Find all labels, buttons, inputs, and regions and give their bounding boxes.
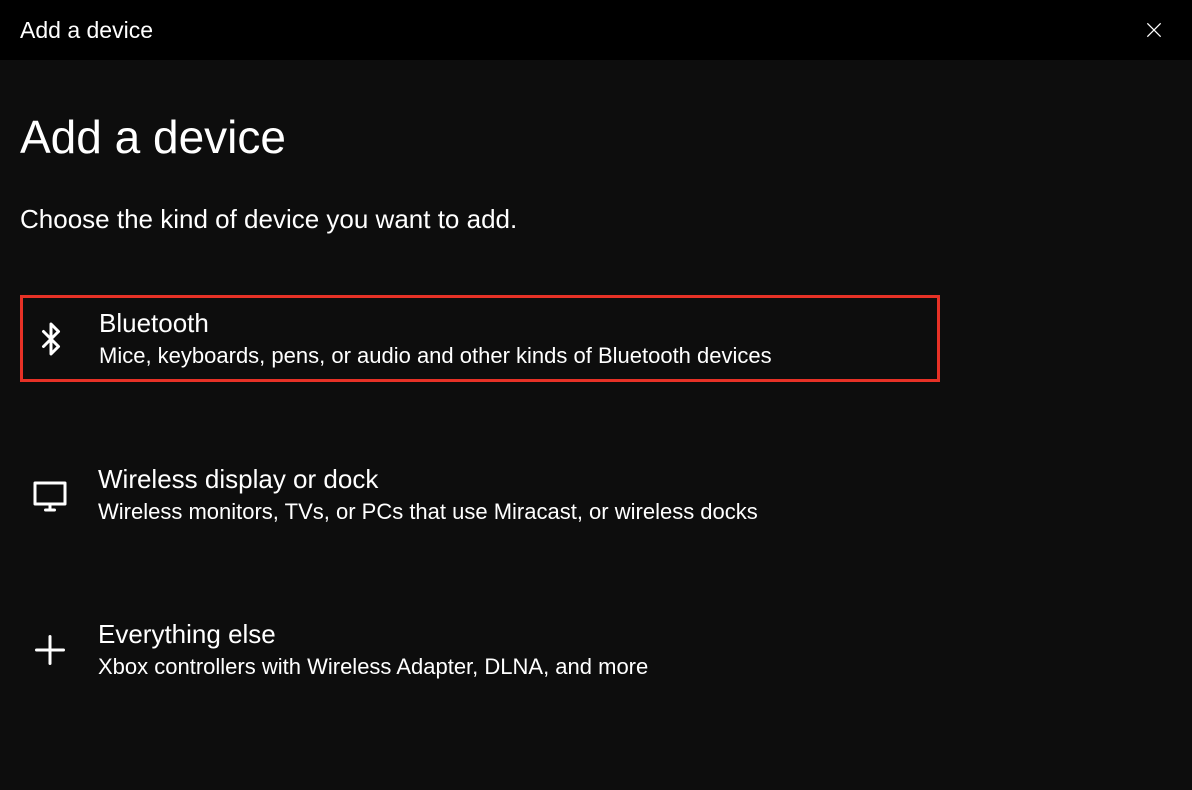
device-text: Wireless display or dock Wireless monito… xyxy=(98,464,930,525)
device-option-description: Xbox controllers with Wireless Adapter, … xyxy=(98,654,930,680)
plus-icon xyxy=(30,630,70,670)
page-subtitle: Choose the kind of device you want to ad… xyxy=(20,204,1172,235)
bluetooth-icon xyxy=(31,319,71,359)
device-text: Everything else Xbox controllers with Wi… xyxy=(98,619,930,680)
titlebar: Add a device xyxy=(0,0,1192,60)
device-option-title: Everything else xyxy=(98,619,930,650)
window-title: Add a device xyxy=(20,17,153,44)
page-title: Add a device xyxy=(20,110,1172,164)
device-option-everything-else[interactable]: Everything else Xbox controllers with Wi… xyxy=(20,607,940,692)
device-text: Bluetooth Mice, keyboards, pens, or audi… xyxy=(99,308,929,369)
device-option-description: Wireless monitors, TVs, or PCs that use … xyxy=(98,499,930,525)
monitor-icon xyxy=(30,475,70,515)
device-option-description: Mice, keyboards, pens, or audio and othe… xyxy=(99,343,929,369)
device-option-title: Wireless display or dock xyxy=(98,464,930,495)
close-icon xyxy=(1144,20,1164,40)
device-option-bluetooth[interactable]: Bluetooth Mice, keyboards, pens, or audi… xyxy=(20,295,940,382)
device-option-title: Bluetooth xyxy=(99,308,929,339)
close-button[interactable] xyxy=(1136,16,1172,44)
device-option-wireless-display[interactable]: Wireless display or dock Wireless monito… xyxy=(20,452,940,537)
content-area: Add a device Choose the kind of device y… xyxy=(0,60,1192,782)
